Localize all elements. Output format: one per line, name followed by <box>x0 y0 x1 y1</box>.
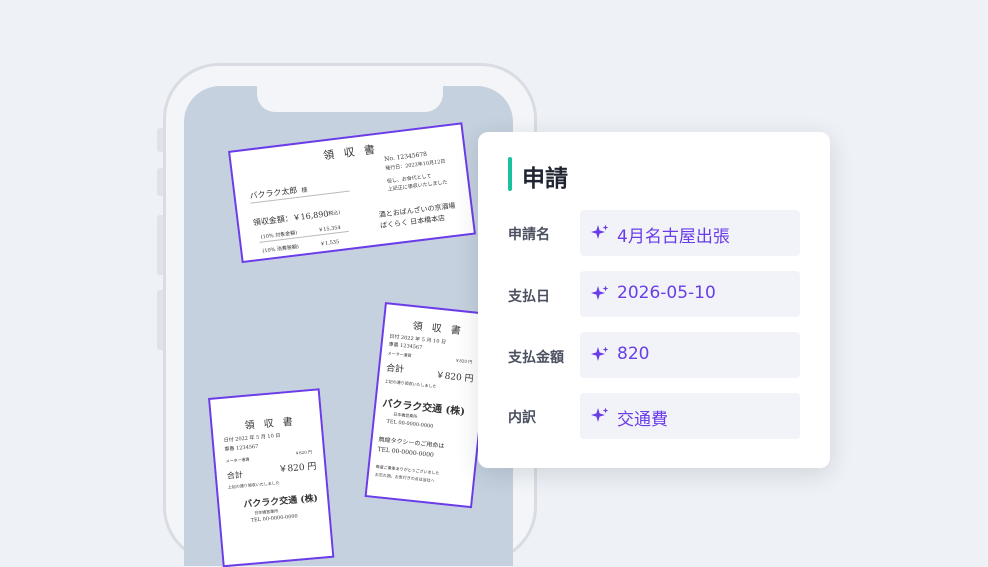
sparkle-icon <box>591 407 609 422</box>
receipt-tax-value: ￥1,535 <box>319 239 340 248</box>
receipt-date: 日付 2022 年 5 月 10 日 <box>223 432 281 444</box>
payment-date-value: 2026-05-10 <box>617 283 716 303</box>
card-title: 申請 <box>522 166 568 192</box>
receipt-tax-label: (10% 消費税額) <box>262 244 300 255</box>
application-card: 申請 申請名 4月名古屋出張 支払日 2026-05-10 支払金額 820 内… <box>478 132 830 468</box>
receipt-total: ￥820 円 <box>278 461 317 476</box>
application-name-value: 4月名古屋出張 <box>617 227 730 247</box>
payment-amount-value: 820 <box>617 344 650 364</box>
title-accent-bar <box>508 157 512 191</box>
receipt-taxi-small: 領 収 書 日付 2022 年 5 月 10 日 車番 1234567 メーター… <box>208 388 335 567</box>
receipt-title: 領 収 書 <box>412 321 465 338</box>
receipt-taxi-large: 領 収 書 日付 2022 年 5 月 10 日 車番 1234567 メーター… <box>364 302 493 509</box>
receipt-office: 日本橋営業所 <box>393 411 418 419</box>
receipt-title: 領 収 書 <box>322 142 379 163</box>
receipt-received: 上記の通り領収いたしました <box>227 480 280 490</box>
receipt-total-label: 合計 <box>226 470 244 481</box>
receipt-company: バクラク交通 (株) <box>243 493 319 511</box>
breakdown-field[interactable]: 交通費 <box>580 393 800 439</box>
payment-date-field[interactable]: 2026-05-10 <box>580 271 800 317</box>
receipt-amount-note: (税込) <box>326 209 341 218</box>
receipt-amount: 領収金額：￥16,890 <box>252 209 329 228</box>
receipt-car-number: 車番 1234567 <box>224 443 259 453</box>
receipt-received: 上記の通り領収いたしました <box>384 378 437 389</box>
receipt-total: ￥820 円 <box>435 370 474 385</box>
receipt-tel: TEL 00-0000-0000 <box>386 418 434 430</box>
field-label-payment-amount: 支払金額 <box>508 350 564 366</box>
receipt-title: 領 収 書 <box>244 416 297 432</box>
receipt-meter-label: メーター運賃 <box>387 350 412 359</box>
receipt-honorific: 様 <box>300 186 308 195</box>
sparkle-icon <box>591 224 609 239</box>
sparkle-icon <box>591 285 609 300</box>
field-label-payment-date: 支払日 <box>508 289 550 305</box>
breakdown-value: 交通費 <box>617 410 668 430</box>
application-name-field[interactable]: 4月名古屋出張 <box>580 210 800 256</box>
receipt-meter-value: ￥820 円 <box>294 449 313 456</box>
phone-notch <box>257 83 443 112</box>
payment-amount-field[interactable]: 820 <box>580 332 800 378</box>
field-label-application-name: 申請名 <box>508 227 550 243</box>
receipt-total-label: 合計 <box>385 363 405 376</box>
receipt-meter-value: ￥820 円 <box>455 357 473 365</box>
receipt-meter-label: メーター運賃 <box>225 456 250 464</box>
sparkle-icon <box>591 346 609 361</box>
field-label-breakdown: 内訳 <box>508 410 536 426</box>
